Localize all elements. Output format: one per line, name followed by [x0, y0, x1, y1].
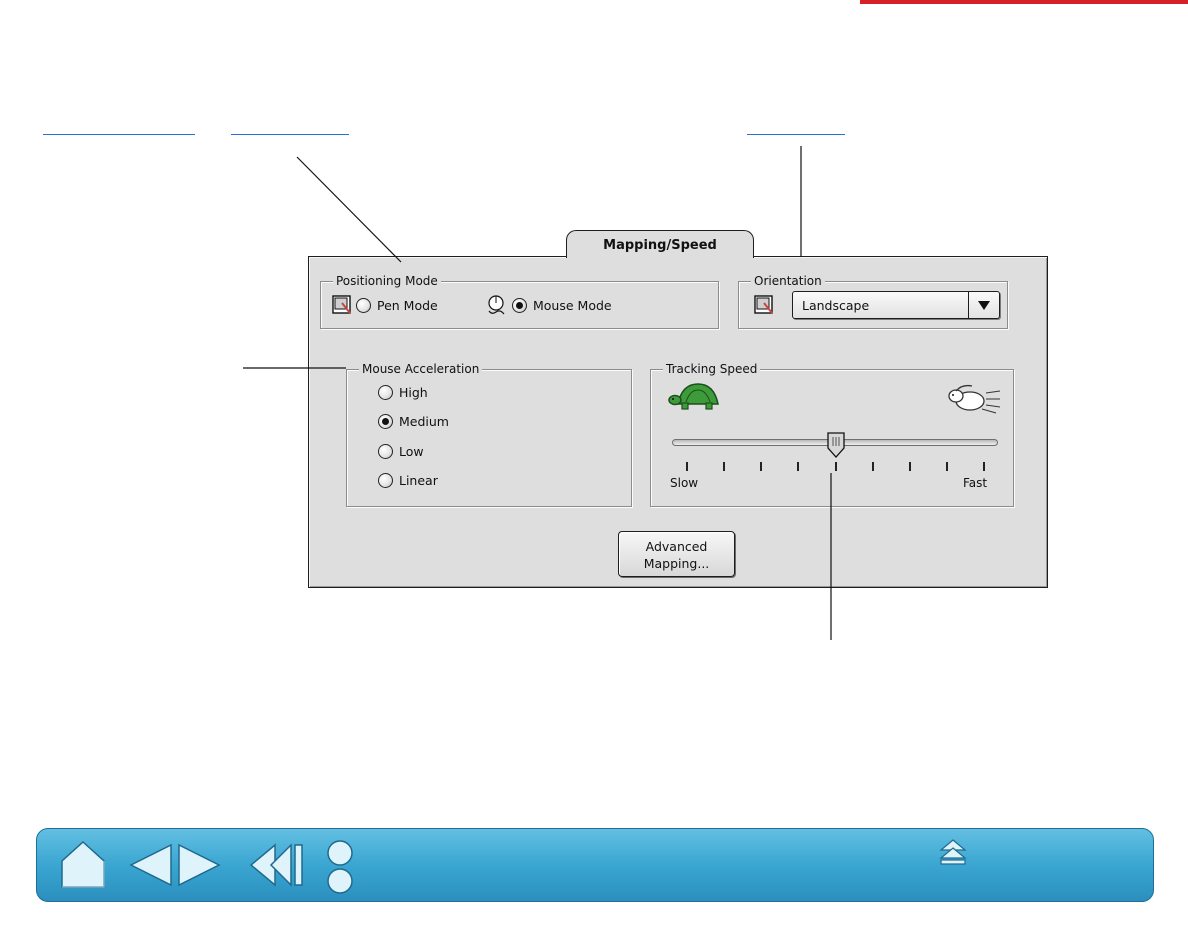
pen-mode-label: Pen Mode	[377, 297, 438, 313]
advanced-mapping-label-line2: Mapping...	[643, 556, 710, 571]
orientation-title: Orientation	[751, 273, 825, 289]
acceleration-low-label: Low	[399, 444, 424, 459]
home-icon[interactable]	[59, 839, 111, 891]
mouse-mode-option[interactable]: Mouse Mode	[484, 294, 612, 316]
rabbit-icon	[948, 384, 1001, 414]
link-underline-2[interactable]	[231, 134, 349, 135]
pen-mode-radio[interactable]	[356, 297, 371, 313]
tracking-speed-tick	[723, 462, 726, 471]
mouse-mode-radio[interactable]	[512, 297, 527, 313]
acceleration-option-high[interactable]: High	[378, 385, 428, 400]
positioning-mode-title: Positioning Mode	[333, 273, 441, 289]
orientation-select[interactable]: Landscape	[792, 291, 1000, 319]
orientation-selected-value: Landscape	[802, 298, 870, 313]
orientation-tablet-icon	[754, 295, 773, 314]
acceleration-option-medium[interactable]: Medium	[378, 414, 449, 429]
orientation-dropdown-toggle[interactable]	[968, 292, 999, 318]
advanced-mapping-label-line1: Advanced	[645, 539, 708, 554]
acceleration-linear-label: Linear	[399, 473, 438, 488]
acceleration-medium-radio[interactable]	[378, 414, 393, 429]
tracking-speed-thumb[interactable]	[826, 432, 846, 458]
navigation-bar	[36, 828, 1154, 902]
acceleration-high-label: High	[399, 385, 428, 400]
acceleration-linear-radio[interactable]	[378, 473, 393, 488]
top-accent-rule	[860, 0, 1188, 4]
advanced-mapping-button[interactable]: Advanced Mapping...	[618, 531, 735, 577]
previous-page-icon[interactable]	[129, 843, 173, 887]
tracking-speed-tick	[983, 462, 985, 471]
acceleration-option-low[interactable]: Low	[378, 444, 424, 459]
tracking-speed-tick	[871, 462, 874, 471]
back-icon[interactable]	[249, 843, 305, 887]
acceleration-option-linear[interactable]: Linear	[378, 473, 438, 488]
tracking-speed-tick	[908, 462, 911, 471]
tracking-speed-tick	[834, 462, 837, 471]
tracking-speed-tick	[760, 462, 763, 471]
link-underline-1[interactable]	[43, 134, 195, 135]
eject-up-icon[interactable]	[939, 839, 967, 865]
link-underline-3[interactable]	[747, 134, 845, 135]
mouse-mode-label: Mouse Mode	[533, 297, 612, 313]
tracking-speed-max-label: Fast	[963, 476, 988, 490]
chevron-down-icon	[978, 300, 990, 310]
tab-mapping-speed[interactable]: Mapping/Speed	[566, 230, 754, 258]
tab-joint	[567, 255, 753, 258]
acceleration-low-radio[interactable]	[378, 444, 393, 459]
tracking-speed-min-label: Slow	[670, 476, 699, 490]
acceleration-medium-label: Medium	[399, 414, 449, 429]
pen-mode-option[interactable]: Pen Mode	[332, 295, 438, 315]
turtle-icon	[668, 383, 719, 410]
acceleration-high-radio[interactable]	[378, 385, 393, 400]
tracking-speed-tick	[945, 462, 948, 471]
index-icon[interactable]	[323, 839, 357, 895]
callout-line-positioning-mode	[296, 156, 402, 263]
next-page-icon[interactable]	[177, 843, 221, 887]
tracking-speed-title: Tracking Speed	[663, 361, 761, 377]
tracking-speed-tick	[797, 462, 800, 471]
mouse-acceleration-title: Mouse Acceleration	[359, 361, 483, 377]
tracking-speed-tick	[686, 462, 688, 471]
mouse-icon	[488, 295, 505, 315]
pen-tablet-icon	[332, 295, 351, 314]
